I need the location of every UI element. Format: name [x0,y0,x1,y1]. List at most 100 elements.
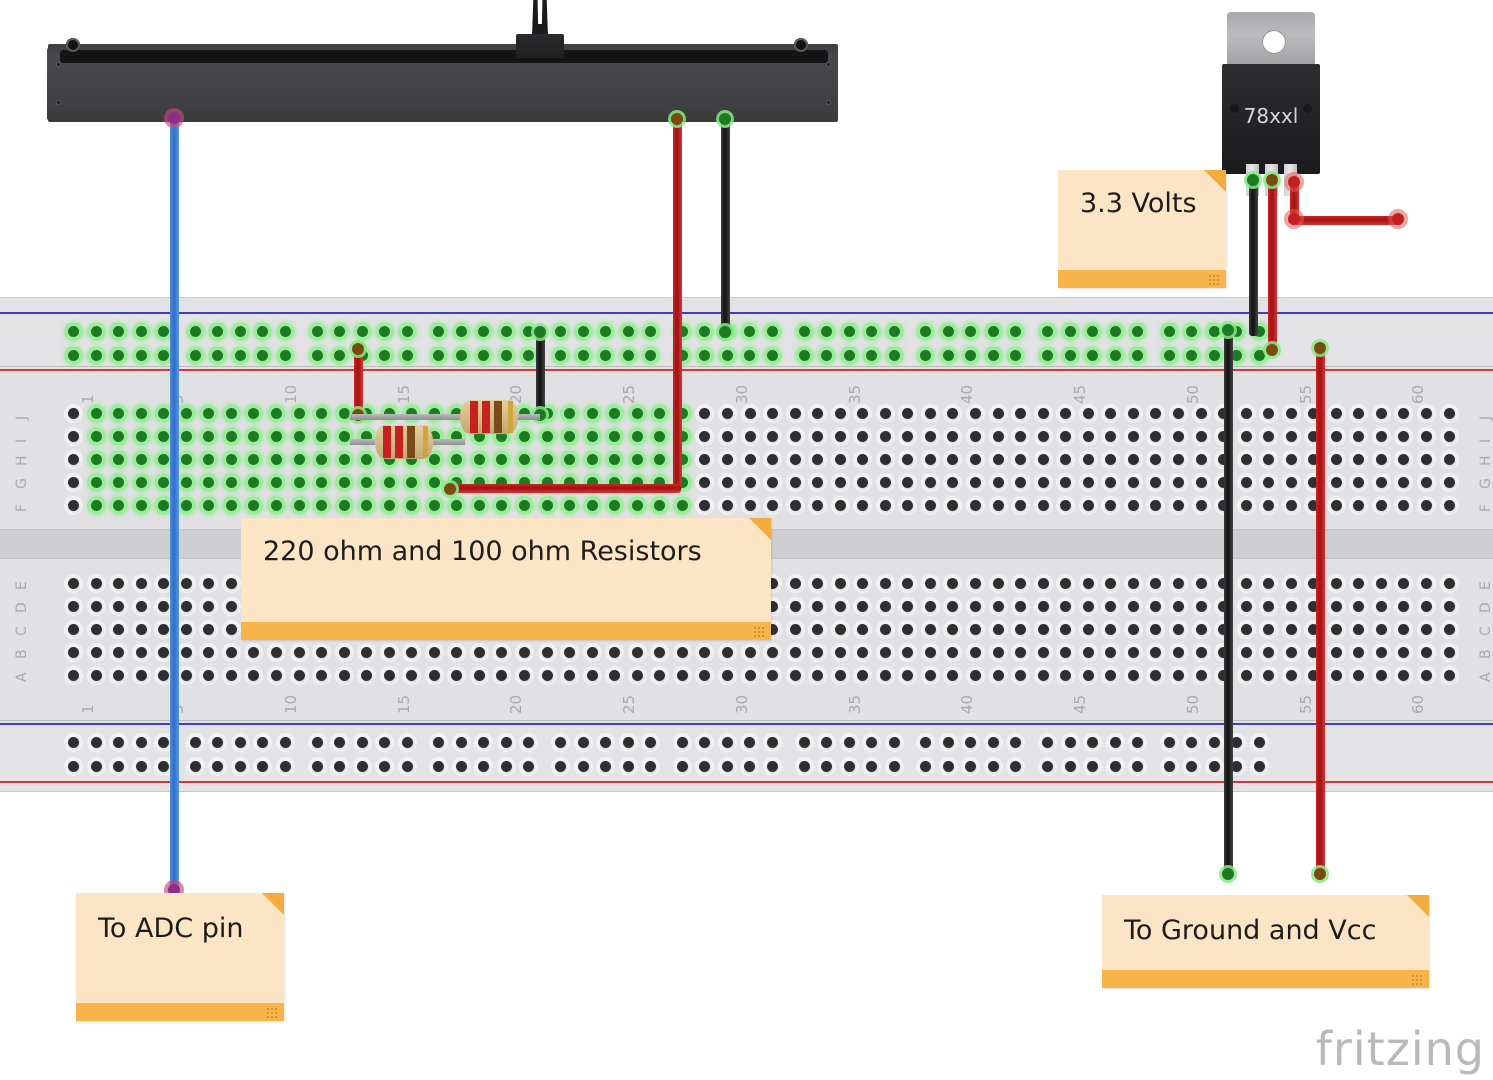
breadboard-hole[interactable] [879,408,891,419]
breadboard-hole[interactable] [970,670,981,681]
breadboard-hole[interactable] [68,601,79,612]
breadboard-rail-hole-top[interactable] [577,326,589,337]
breadboard-rail-hole-top[interactable] [113,326,125,337]
breadboard-hole[interactable] [316,454,328,465]
breadboard-rail-hole-bottom[interactable] [645,737,657,748]
breadboard-hole[interactable] [1172,454,1184,465]
breadboard-rail-hole-top[interactable] [1087,326,1099,337]
note-adc[interactable]: To ADC pin [76,893,284,1021]
breadboard-hole[interactable] [1172,578,1184,589]
breadboard-hole[interactable] [970,477,981,488]
breadboard-hole[interactable] [1037,408,1049,419]
breadboard-hole[interactable] [180,624,192,635]
breadboard-hole[interactable] [90,431,102,442]
breadboard-hole[interactable] [383,477,395,488]
breadboard-hole[interactable] [293,500,305,511]
wire-adc-blue-connector-top[interactable] [168,112,180,124]
breadboard-hole[interactable] [970,578,981,589]
breadboard-rail-hole-top[interactable] [1253,350,1265,361]
breadboard-hole[interactable] [1195,624,1207,635]
breadboard-hole[interactable] [428,477,440,488]
breadboard-hole[interactable] [924,647,936,658]
breadboard-hole[interactable] [1421,670,1432,681]
breadboard-hole[interactable] [1330,500,1342,511]
breadboard-hole[interactable] [68,477,79,488]
breadboard-hole[interactable] [1375,454,1387,465]
breadboard-rail-hole-top[interactable] [721,350,733,361]
breadboard-hole[interactable] [1443,647,1455,658]
breadboard-rail-hole-top[interactable] [555,326,566,337]
breadboard-rail-hole-bottom[interactable] [622,737,634,748]
breadboard-hole[interactable] [90,624,102,635]
breadboard-hole[interactable] [135,431,147,442]
breadboard-hole[interactable] [1285,601,1297,612]
breadboard-hole[interactable] [1285,624,1297,635]
breadboard-rail-hole-top[interactable] [478,326,490,337]
breadboard-hole[interactable] [1037,647,1049,658]
breadboard-hole[interactable] [834,431,846,442]
breadboard-hole[interactable] [1375,477,1387,488]
breadboard-rail-hole-bottom[interactable] [455,761,467,772]
breadboard-rail-hole-bottom[interactable] [798,761,810,772]
breadboard-hole[interactable] [879,647,891,658]
breadboard-hole[interactable] [834,477,846,488]
breadboard-hole[interactable] [541,454,553,465]
breadboard-rail-hole-bottom[interactable] [356,737,368,748]
breadboard-rail-hole-top[interactable] [1042,350,1053,361]
breadboard-rail-hole-top[interactable] [212,350,224,361]
breadboard-rail-hole-bottom[interactable] [821,761,833,772]
breadboard-hole[interactable] [879,670,891,681]
breadboard-hole[interactable] [1443,477,1455,488]
breadboard-hole[interactable] [180,500,192,511]
breadboard-hole[interactable] [68,454,79,465]
breadboard-rail-hole-bottom[interactable] [1163,761,1175,772]
breadboard-rail-hole-bottom[interactable] [158,761,170,772]
breadboard-rail-hole-bottom[interactable] [379,737,391,748]
wire-reg-out-connector-rail[interactable] [1266,344,1278,356]
breadboard-hole[interactable] [1082,578,1094,589]
breadboard-rail-hole-bottom[interactable] [1010,761,1022,772]
breadboard-hole[interactable] [992,624,1004,635]
breadboard-rail-hole-top[interactable] [965,350,977,361]
breadboard-hole[interactable] [744,647,756,658]
breadboard-rail-hole-bottom[interactable] [433,761,445,772]
breadboard-hole[interactable] [789,431,801,442]
breadboard-rail-hole-top[interactable] [68,326,79,337]
breadboard-hole[interactable] [68,647,79,658]
breadboard-hole[interactable] [744,670,756,681]
breadboard-rail-hole-top[interactable] [523,326,535,337]
breadboard-rail-hole-bottom[interactable] [1064,737,1076,748]
breadboard-rail-hole-top[interactable] [866,350,878,361]
breadboard-rail-hole-bottom[interactable] [843,737,855,748]
breadboard-rail-hole-top[interactable] [798,350,810,361]
breadboard-hole[interactable] [1037,477,1049,488]
wire-ground-down-connector-bottom[interactable] [1222,868,1234,880]
breadboard-rail-hole-top[interactable] [379,326,391,337]
breadboard-rail-hole-top[interactable] [1042,326,1053,337]
breadboard-hole[interactable] [135,670,147,681]
breadboard-hole[interactable] [834,500,846,511]
breadboard-hole[interactable] [970,647,981,658]
breadboard-hole[interactable] [970,454,981,465]
breadboard-hole[interactable] [1285,578,1297,589]
breadboard-hole[interactable] [68,578,79,589]
breadboard-hole[interactable] [1195,408,1207,419]
note-resistors[interactable]: 220 ohm and 100 ohm Resistors [241,518,771,640]
breadboard-hole[interactable] [383,500,395,511]
breadboard-hole[interactable] [721,477,733,488]
breadboard-hole[interactable] [1240,431,1252,442]
breadboard-hole[interactable] [631,670,643,681]
breadboard-hole[interactable] [924,408,936,419]
breadboard-hole[interactable] [1127,431,1139,442]
breadboard-rail-hole-bottom[interactable] [113,761,125,772]
breadboard-hole[interactable] [316,647,328,658]
breadboard-rail-hole-bottom[interactable] [68,737,79,748]
breadboard-hole[interactable] [721,647,733,658]
breadboard-hole[interactable] [338,454,350,465]
breadboard-hole[interactable] [293,408,305,419]
breadboard-rail-hole-top[interactable] [455,326,467,337]
breadboard-hole[interactable] [789,624,801,635]
breadboard-hole[interactable] [1082,500,1094,511]
breadboard-hole[interactable] [631,647,643,658]
breadboard-hole[interactable] [225,578,237,589]
